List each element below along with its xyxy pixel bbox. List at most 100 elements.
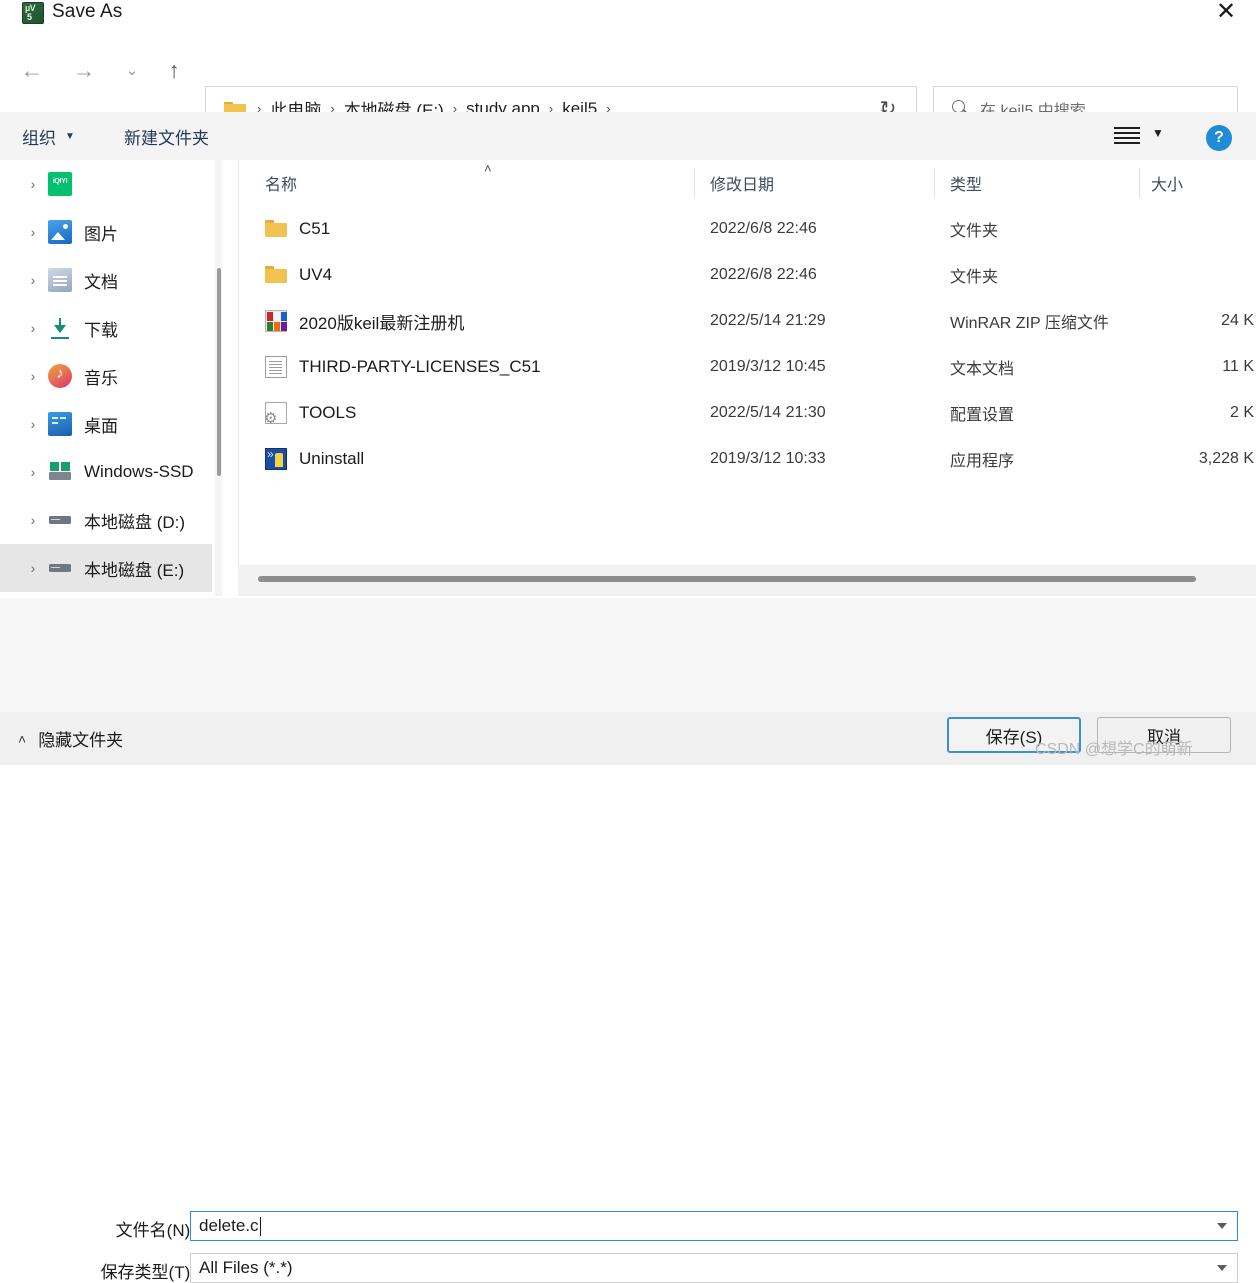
sidebar-item-desktop[interactable]: › 桌面	[0, 400, 212, 448]
column-header-type[interactable]: 类型	[950, 160, 982, 206]
file-name-cell[interactable]: TOOLS	[264, 390, 356, 436]
save-button[interactable]: 保存(S)	[947, 717, 1081, 753]
file-date-cell: 2022/5/14 21:30	[710, 404, 826, 421]
sort-ascending-icon: ˄	[484, 161, 492, 176]
file-date-cell: 2022/5/14 21:29	[710, 312, 826, 329]
file-name-cell[interactable]: 2020版keil最新注册机	[265, 298, 464, 344]
save-type-select[interactable]: All Files (*.*)	[190, 1253, 1238, 1283]
sidebar-item-drive-e[interactable]: › 本地磁盘 (E:)	[0, 544, 212, 592]
file-list-pane: 名称 ˄ 修改日期 类型 大小 C51 2022/6/8 22:46 文件夹 U…	[238, 160, 1256, 596]
hide-folders-toggle[interactable]: ˄ 隐藏文件夹	[18, 726, 123, 751]
sidebar-item-label: Windows-SSD	[84, 462, 194, 481]
file-date-cell: 2022/6/8 22:46	[710, 266, 817, 283]
cancel-button[interactable]: 取消	[1097, 717, 1231, 753]
keil-uvision-icon: µV 5	[22, 2, 44, 24]
column-divider[interactable]	[694, 168, 695, 198]
file-type-cell: 配置设置	[950, 407, 1015, 424]
documents-icon	[48, 268, 72, 292]
pictures-icon	[48, 220, 72, 244]
navigation-bar: ← → ⌄ ↑ › 此电脑 › 本地磁盘 (E:) › study app › …	[0, 38, 1256, 131]
chevron-right-icon[interactable]: ›	[18, 176, 48, 192]
recent-locations-icon[interactable]: ⌄	[110, 48, 154, 92]
up-icon[interactable]: ↑	[152, 48, 196, 92]
view-list-icon[interactable]	[1110, 122, 1144, 150]
chevron-right-icon[interactable]: ›	[18, 464, 48, 480]
close-icon[interactable]: ✕	[1204, 0, 1248, 30]
column-header-date[interactable]: 修改日期	[710, 160, 774, 206]
new-folder-button[interactable]: 新建文件夹	[118, 112, 215, 160]
ssd-drive-icon	[48, 460, 72, 484]
file-name-cell[interactable]: UV4	[265, 252, 332, 298]
winrar-archive-icon	[265, 310, 287, 332]
file-name-cell[interactable]: Uninstall	[265, 436, 364, 482]
chevron-down-icon[interactable]: ▼	[1152, 126, 1164, 140]
column-header-size[interactable]: 大小	[1151, 160, 1183, 206]
chevron-right-icon[interactable]: ›	[18, 368, 48, 384]
file-type-cell: 应用程序	[950, 453, 1015, 470]
chevron-right-icon[interactable]: ›	[18, 560, 48, 576]
file-name-cell[interactable]: C51	[265, 206, 330, 252]
sidebar-scrollbar-thumb[interactable]	[217, 268, 221, 476]
chevron-right-icon[interactable]: ›	[18, 416, 48, 432]
chevron-up-icon: ˄	[18, 730, 27, 747]
file-date-cell: 2019/3/12 10:45	[710, 358, 826, 375]
sidebar-item-label: 本地磁盘 (D:)	[84, 512, 186, 532]
organize-button[interactable]: 组织 ▼	[16, 112, 81, 160]
music-icon	[48, 364, 72, 388]
sidebar-item-label: 图片	[84, 224, 118, 244]
title-bar: µV 5 Save As ✕	[0, 0, 1256, 30]
drive-icon	[48, 508, 72, 532]
save-type-value: All Files (*.*)	[199, 1258, 293, 1277]
iqiyi-icon	[48, 172, 72, 196]
file-size-cell	[1144, 252, 1254, 298]
sidebar-item-windows-ssd[interactable]: › Windows-SSD	[0, 448, 212, 496]
file-type-cell: 文本文档	[950, 361, 1015, 378]
sidebar-item-downloads[interactable]: › 下载	[0, 304, 212, 352]
file-list-horizontal-scrollbar-thumb[interactable]	[258, 576, 1196, 582]
file-type-cell: 文件夹	[950, 223, 999, 240]
sidebar-item-drive-d[interactable]: › 本地磁盘 (D:)	[0, 496, 212, 544]
table-row[interactable]: 2020版keil最新注册机 2022/5/14 21:29 WinRAR ZI…	[239, 298, 1256, 344]
sidebar-item-label: 文档	[84, 272, 118, 292]
file-name-label: 文件名(N):	[115, 1221, 195, 1240]
table-row[interactable]: UV4 2022/6/8 22:46 文件夹	[239, 252, 1256, 298]
text-file-icon	[265, 356, 287, 378]
file-size-cell: 3,228 K	[1198, 450, 1254, 467]
sidebar-item-iqiyi[interactable]: ›	[0, 160, 212, 208]
forward-icon[interactable]: →	[62, 48, 106, 92]
chevron-down-icon[interactable]	[1207, 1212, 1237, 1240]
folder-icon	[265, 264, 287, 286]
chevron-right-icon[interactable]: ›	[18, 272, 48, 288]
sidebar-item-pictures[interactable]: › 图片	[0, 208, 212, 256]
table-row[interactable]: TOOLS 2022/5/14 21:30 配置设置 2 K	[239, 390, 1256, 436]
file-date-cell: 2019/3/12 10:33	[710, 450, 826, 467]
chevron-down-icon[interactable]	[1207, 1254, 1237, 1282]
back-icon[interactable]: ←	[10, 48, 54, 92]
file-type-cell: 文件夹	[950, 269, 999, 286]
window-title: Save As	[52, 1, 123, 22]
chevron-right-icon[interactable]: ›	[18, 512, 48, 528]
sidebar-item-label: 音乐	[84, 368, 118, 388]
help-icon[interactable]: ?	[1206, 125, 1232, 151]
text-cursor	[259, 1216, 261, 1236]
column-divider[interactable]	[1139, 168, 1140, 198]
file-size-cell	[1144, 206, 1254, 252]
chevron-right-icon[interactable]: ›	[18, 320, 48, 336]
column-header-name[interactable]: 名称	[265, 160, 297, 206]
file-name-input[interactable]: delete.c	[190, 1211, 1238, 1241]
table-row[interactable]: Uninstall 2019/3/12 10:33 应用程序 3,228 K	[239, 436, 1256, 482]
save-type-label: 保存类型(T):	[100, 1263, 195, 1282]
file-size-cell: 24 K	[1221, 312, 1254, 329]
sidebar-item-documents[interactable]: › 文档	[0, 256, 212, 304]
file-name-cell[interactable]: THIRD-PARTY-LICENSES_C51	[265, 344, 541, 390]
column-divider[interactable]	[934, 168, 935, 198]
sidebar-item-label: 下载	[84, 320, 118, 340]
sidebar-item-label: 本地磁盘 (E:)	[84, 560, 185, 580]
drive-icon	[48, 556, 72, 580]
table-row[interactable]: C51 2022/6/8 22:46 文件夹	[239, 206, 1256, 252]
sidebar-item-music[interactable]: › 音乐	[0, 352, 212, 400]
sidebar-item-label: 桌面	[84, 416, 118, 436]
table-row[interactable]: THIRD-PARTY-LICENSES_C51 2019/3/12 10:45…	[239, 344, 1256, 390]
chevron-right-icon[interactable]: ›	[18, 224, 48, 240]
command-bar: 组织 ▼ 新建文件夹 ▼ ?	[0, 112, 1256, 160]
